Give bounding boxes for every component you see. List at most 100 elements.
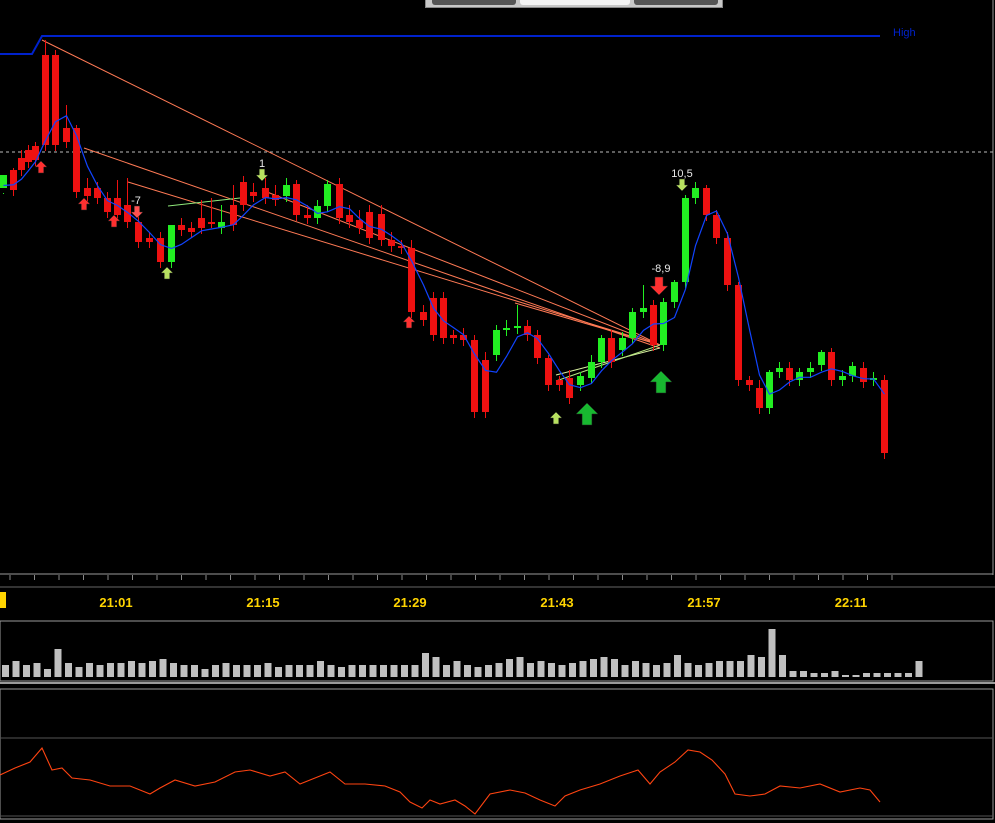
- bearish-candle[interactable]: [10, 170, 17, 190]
- volume-bar: [464, 665, 471, 677]
- bullish-candle[interactable]: [640, 308, 647, 312]
- bearish-candle[interactable]: [388, 240, 395, 246]
- bullish-candle[interactable]: [283, 185, 290, 196]
- bearish-candle[interactable]: [25, 150, 32, 162]
- volume-bar: [432, 657, 440, 677]
- bearish-candle[interactable]: [556, 380, 563, 385]
- volume-bar: [873, 673, 881, 677]
- bullish-candle[interactable]: [682, 198, 689, 282]
- bullish-candle[interactable]: [493, 330, 500, 355]
- time-axis-label: 21:01: [99, 595, 133, 610]
- bearish-candle[interactable]: [346, 215, 353, 222]
- strong-buy-up-arrow-icon: [649, 370, 673, 394]
- bearish-candle[interactable]: [208, 222, 215, 224]
- bearish-candle[interactable]: [18, 158, 25, 170]
- price-chart-svg[interactable]: High -7 1 10,5 -8,9: [0, 0, 995, 823]
- volume-bar: [338, 667, 345, 677]
- bearish-candle[interactable]: [262, 188, 269, 198]
- bearish-candle[interactable]: [786, 368, 793, 380]
- sell-signal-up-arrow-icon: [77, 197, 91, 211]
- volume-bar: [684, 663, 692, 677]
- bullish-candle[interactable]: [629, 312, 636, 338]
- bearish-candle[interactable]: [146, 238, 153, 242]
- volume-bar: [747, 655, 755, 677]
- volume-bar: [810, 673, 818, 677]
- volume-bar: [191, 665, 198, 677]
- volume-bar: [107, 663, 114, 677]
- bearish-candle[interactable]: [42, 55, 49, 145]
- bullish-candle[interactable]: [692, 188, 699, 198]
- volume-bar: [233, 665, 240, 677]
- bearish-candle[interactable]: [408, 248, 415, 312]
- bearish-candle[interactable]: [178, 225, 185, 230]
- bearish-candle[interactable]: [32, 146, 39, 160]
- volume-bar: [590, 659, 597, 677]
- signal-annotation-label: -8,9: [652, 263, 671, 275]
- bearish-candle[interactable]: [860, 368, 867, 382]
- bearish-candle[interactable]: [450, 335, 457, 338]
- volume-bar: [212, 665, 219, 677]
- volume-bar: [831, 671, 839, 677]
- bearish-candle[interactable]: [52, 55, 59, 145]
- volume-bar: [737, 661, 744, 677]
- bearish-candle[interactable]: [420, 312, 427, 320]
- bearish-candle[interactable]: [240, 182, 247, 205]
- bearish-candle[interactable]: [198, 218, 205, 228]
- trend-line: [127, 181, 661, 346]
- bullish-candle[interactable]: [0, 175, 7, 188]
- volume-bar: [306, 665, 314, 677]
- bearish-candle[interactable]: [378, 214, 385, 240]
- volume-bar: [44, 669, 51, 677]
- volume-bar: [569, 663, 576, 677]
- bullish-candle[interactable]: [776, 368, 783, 372]
- volume-bar: [842, 675, 849, 677]
- volume-bar: [768, 629, 776, 677]
- bearish-candle[interactable]: [188, 228, 195, 232]
- bearish-candle[interactable]: [545, 358, 552, 385]
- volume-bar: [485, 665, 492, 677]
- signal-down-arrow-icon: [255, 168, 269, 182]
- bearish-candle[interactable]: [63, 128, 70, 142]
- time-axis-label: 21:43: [540, 595, 574, 610]
- bearish-candle[interactable]: [746, 380, 753, 385]
- volume-bar: [369, 665, 377, 677]
- volume-bar: [443, 665, 450, 677]
- bullish-candle[interactable]: [168, 225, 175, 262]
- bullish-candle[interactable]: [577, 376, 584, 385]
- bullish-candle[interactable]: [619, 338, 626, 350]
- bullish-candle[interactable]: [818, 352, 825, 365]
- bullish-candle[interactable]: [588, 362, 595, 378]
- volume-bar: [275, 667, 282, 677]
- bullish-candle[interactable]: [324, 184, 331, 206]
- bearish-candle[interactable]: [250, 192, 257, 196]
- volume-bar: [600, 657, 608, 677]
- bearish-candle[interactable]: [713, 215, 720, 238]
- bullish-candle[interactable]: [503, 328, 510, 330]
- bullish-candle[interactable]: [598, 338, 605, 362]
- bearish-candle[interactable]: [735, 285, 742, 380]
- bearish-candle[interactable]: [124, 205, 131, 222]
- bearish-candle[interactable]: [135, 222, 142, 242]
- bullish-candle[interactable]: [807, 368, 814, 372]
- strong-buy-up-arrow-icon: [575, 402, 599, 426]
- time-axis-marker: [0, 592, 6, 608]
- bearish-candle[interactable]: [84, 188, 91, 196]
- bearish-candle[interactable]: [73, 128, 80, 192]
- bullish-candle[interactable]: [839, 376, 846, 380]
- volume-bar: [264, 663, 272, 677]
- bearish-candle[interactable]: [304, 215, 311, 218]
- bullish-candle[interactable]: [671, 282, 678, 302]
- signal-annotation-label: 10,5: [671, 168, 692, 180]
- bullish-candle[interactable]: [514, 326, 521, 328]
- signal-annotation-label: 1: [259, 158, 265, 170]
- time-axis-label: 21:29: [393, 595, 427, 610]
- volume-bar: [726, 661, 734, 677]
- volume-bar: [705, 663, 713, 677]
- bearish-candle[interactable]: [703, 188, 710, 215]
- volume-bar: [159, 659, 167, 677]
- bearish-candle[interactable]: [756, 388, 763, 408]
- bearish-candle[interactable]: [828, 352, 835, 380]
- volume-bar: [800, 671, 807, 677]
- buy-signal-up-arrow-icon: [160, 266, 174, 280]
- bearish-candle[interactable]: [336, 184, 343, 218]
